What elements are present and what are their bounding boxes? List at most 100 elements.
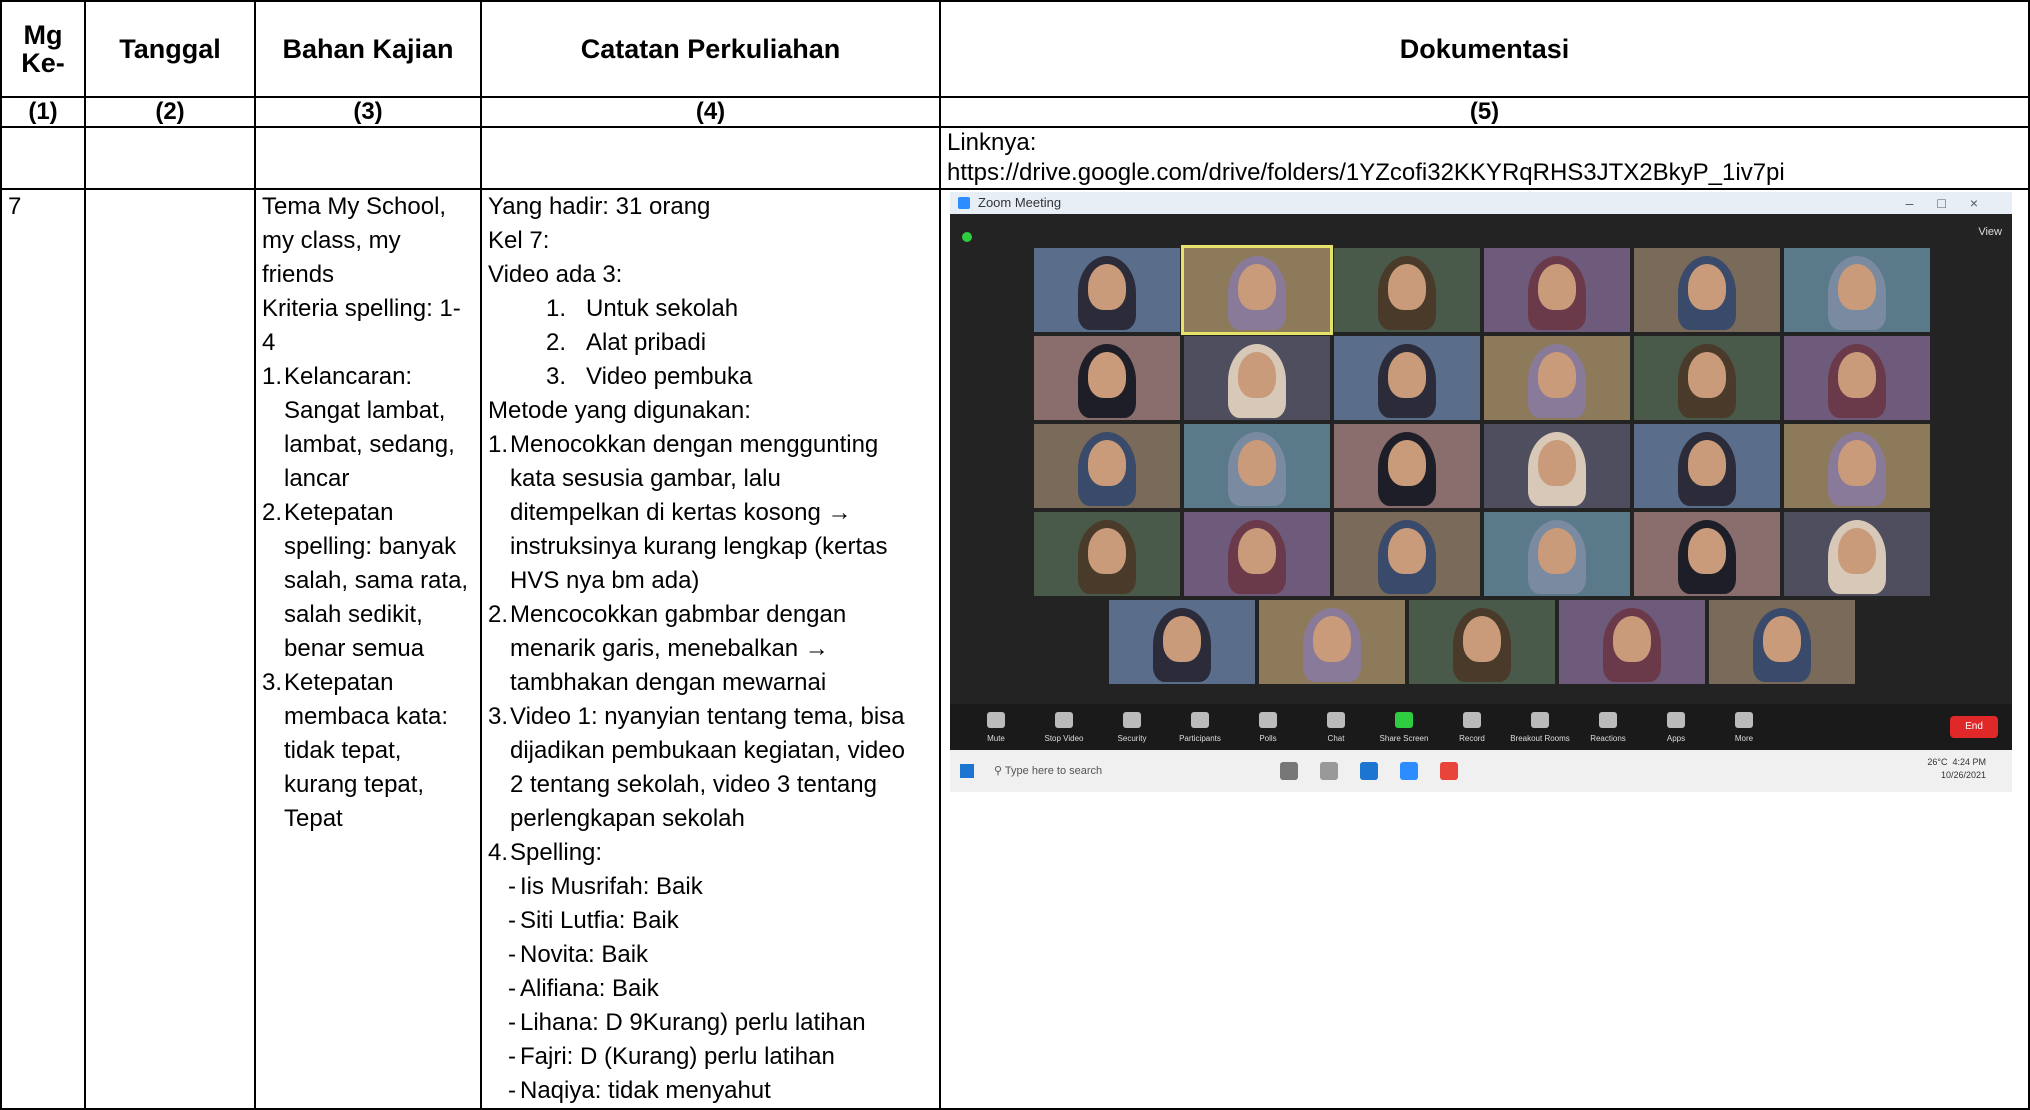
item-number: 1.: [262, 363, 283, 390]
participant-tile: [1634, 424, 1780, 508]
windows-start-icon: [960, 764, 974, 778]
participant-row: [1032, 336, 1932, 420]
item-line: lancar: [284, 465, 350, 492]
bahan-cell: Tema My School, my class, my friends Kriter…: [254, 188, 482, 1110]
item-line: tidak tepat,: [284, 737, 402, 764]
clock-time: 4:24 PM: [1952, 757, 1986, 767]
toolbar-item: More: [1714, 708, 1774, 743]
temperature: 26°C: [1927, 757, 1948, 767]
bahan-line: Tema My School,: [262, 193, 447, 220]
participant-grid: [1032, 245, 1932, 688]
item-line: Mencocokkan gabmbar dengan: [510, 601, 847, 628]
toolbar-label: Stop Video: [1044, 734, 1084, 743]
participant-tile: [1109, 600, 1255, 684]
zoom-title: Zoom Meeting: [978, 195, 1062, 210]
taskbar-search-text: Type here to search: [1004, 765, 1103, 777]
zoom-title-bar: Zoom Meeting –□×: [950, 192, 2012, 214]
item-line: salah sedikit,: [284, 601, 423, 628]
participant-tile: [1484, 512, 1630, 596]
item-line: Ketepatan: [284, 499, 394, 526]
item-line: menarik garis, menebalkan →: [510, 635, 829, 662]
item-line: membaca kata:: [284, 703, 449, 730]
participant-face: [1238, 440, 1276, 486]
item-number: 3.: [488, 703, 509, 730]
participant-face: [1688, 352, 1726, 398]
toolbar-label: Apps: [1666, 734, 1686, 743]
toolbar-label: Participants: [1179, 734, 1221, 743]
participant-face: [1313, 616, 1351, 662]
link-label: Linknya:: [947, 129, 1037, 156]
participant-row: [1032, 512, 1932, 596]
toolbar-label: Mute: [987, 734, 1005, 743]
participant-tile: [1784, 336, 1930, 420]
toolbar-icon: [1191, 712, 1209, 728]
outlook-icon: [1360, 762, 1378, 780]
participant-face: [1388, 440, 1426, 486]
participant-tile: [1034, 336, 1180, 420]
item-text: Ketepatan spelling: banyak salah, sama rat…: [284, 496, 468, 666]
windows-taskbar: ⚲ Type here to search 26°C 4:24 PM 10/26/…: [950, 750, 2012, 792]
item-line: tambhakan dengan mewarnai: [510, 669, 827, 696]
item-line: Ketepatan: [284, 669, 394, 696]
toolbar-icon: [1531, 712, 1549, 728]
participant-tile: [1634, 512, 1780, 596]
zoom-logo-icon: [958, 197, 970, 209]
participant-tile: [1259, 600, 1405, 684]
participant-tile: [1034, 248, 1180, 332]
item-number: 3.: [262, 669, 283, 696]
dash: -: [508, 873, 516, 900]
toolbar-icon: [1735, 712, 1753, 728]
item-line: lambat, sedang,: [284, 431, 455, 458]
participant-face: [1238, 352, 1276, 398]
participant-tile: [1181, 245, 1333, 335]
participant-row: [1032, 245, 1932, 335]
taskbar-clock: 26°C 4:24 PM 10/26/2021: [1927, 756, 1986, 782]
toolbar-item: Share Screen: [1374, 708, 1434, 743]
toolbar-label: Reactions: [1590, 734, 1626, 743]
participant-tile: [1559, 600, 1705, 684]
item-text: Untuk sekolah: [586, 295, 739, 322]
toolbar-item: Chat: [1306, 708, 1366, 743]
participant-tile: [1784, 424, 1930, 508]
dash: -: [508, 1009, 516, 1036]
item-text: Novita: Baik: [520, 941, 649, 968]
metode-item: 1. Menocokkan dengan menggunting kata sesu…: [488, 428, 939, 598]
col-number: (5): [939, 96, 2030, 128]
participant-face: [1613, 616, 1651, 662]
bahan-item: 3. Ketepatan membaca kata: tidak tepat, kura…: [262, 666, 480, 836]
toolbar-item: Reactions: [1578, 708, 1638, 743]
item-line: 2 tentang sekolah, video 3 tentang: [510, 771, 877, 798]
item-line: perlengkapan sekolah: [510, 805, 745, 832]
item-number: 3.: [546, 363, 567, 390]
tanggal-cell: [84, 188, 256, 1110]
participant-face: [1088, 264, 1126, 310]
item-line: Video 1: nyanyian tentang tema, bisa: [510, 703, 905, 730]
participant-tile: [1484, 248, 1630, 332]
item-number: 1.: [546, 295, 567, 322]
item-number: 4.: [488, 839, 509, 866]
item-text: Iis Musrifah: Baik: [520, 873, 703, 900]
video-item: 1. Untuk sekolah: [488, 292, 939, 326]
participant-face: [1388, 352, 1426, 398]
participant-tile: [1334, 248, 1480, 332]
metode-list: 1. Menocokkan dengan menggunting kata sesu…: [488, 428, 939, 870]
participant-face: [1838, 528, 1876, 574]
spelling-item: - Iis Musrifah: Baik: [488, 870, 939, 904]
item-text: Lihana: D 9Kurang) perlu latihan: [520, 1009, 866, 1036]
item-text: Menocokkan dengan menggunting kata sesusi…: [510, 428, 888, 598]
participant-tile: [1334, 424, 1480, 508]
toolbar-item: Record: [1442, 708, 1502, 743]
toolbar-icon: [1667, 712, 1685, 728]
spelling-item: - Fajri: D (Kurang) perlu latihan: [488, 1040, 939, 1074]
toolbar-item: Polls: [1238, 708, 1298, 743]
toolbar-icon: [1123, 712, 1141, 728]
zoom-toolbar: End Mute Stop Video Security Participants Po…: [950, 704, 2012, 750]
item-text: Video 1: nyanyian tentang tema, bisa dija…: [510, 700, 905, 836]
participant-face: [1538, 528, 1576, 574]
toolbar-item: Participants: [1170, 708, 1230, 743]
participant-face: [1388, 264, 1426, 310]
participant-face: [1088, 440, 1126, 486]
participant-tile: [1784, 248, 1930, 332]
drive-link[interactable]: https://drive.google.com/drive/folders/1…: [947, 158, 2028, 188]
participant-face: [1088, 352, 1126, 398]
